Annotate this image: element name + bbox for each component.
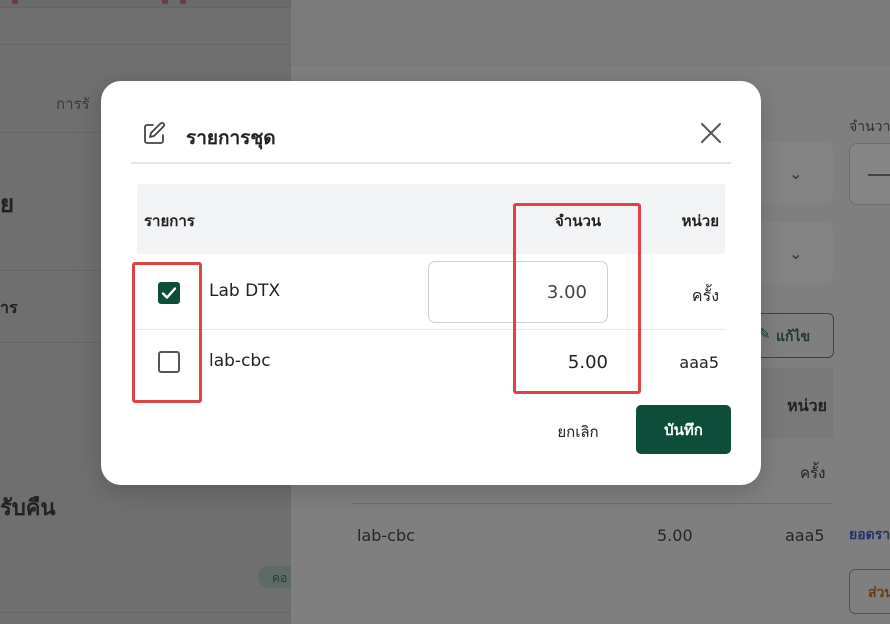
bg-qty-label: จำนวา [849, 119, 890, 135]
row-unit: ครั้ง [691, 286, 719, 305]
row-item-name: lab-cbc [209, 351, 271, 371]
cancel-button[interactable]: ยกเลิก [545, 417, 611, 447]
set-items-table: รายการ จำนวน หน่วย Lab DTX ครั้ง lab-cbc… [137, 184, 725, 394]
bg-table-header-unit: หน่วย [751, 368, 833, 438]
row-checkbox-checked[interactable] [158, 282, 180, 304]
bg-heading: ย [0, 190, 15, 218]
edit-icon [144, 122, 165, 144]
row-unit: aaa5 [679, 353, 719, 372]
column-header-name: รายการ [144, 212, 195, 230]
table-row: lab-cbc 5.00 aaa5 [137, 330, 725, 394]
bg-qty-stepper[interactable] [849, 143, 890, 205]
modal-header: รายการชุด [131, 111, 731, 164]
bg-row-label: าร [0, 298, 18, 317]
top-red-marks [12, 0, 212, 6]
bg-unit-header-label: หน่วย [787, 396, 827, 415]
table-row: Lab DTX ครั้ง [137, 254, 725, 330]
row-item-name: Lab DTX [209, 281, 281, 301]
bg-heading-return: รับคืน [0, 496, 56, 521]
close-icon[interactable] [697, 119, 725, 147]
quantity-input[interactable] [428, 261, 608, 323]
divider [0, 612, 291, 613]
bg-header-strip [291, 0, 890, 66]
table-header: รายการ จำนวน หน่วย [137, 184, 725, 254]
row-quantity: 5.00 [567, 352, 608, 373]
bg-row2-qty: 5.00 [657, 526, 693, 545]
minus-icon [868, 174, 890, 176]
bg-row2-name: lab-cbc [357, 526, 415, 545]
chevron-down-icon: ⌄ [789, 244, 803, 263]
check-icon [161, 287, 177, 299]
bg-orange-button[interactable]: ส่วน [849, 569, 890, 614]
modal-title: รายการชุด [186, 127, 276, 149]
divider [351, 503, 833, 504]
bg-tab-label[interactable]: การรั [56, 92, 90, 116]
bg-balance-link[interactable]: ยอดรา [849, 524, 890, 546]
column-header-unit: หน่วย [681, 212, 719, 230]
bg-row1-unit: ครั้ง [800, 464, 826, 482]
row-checkbox-unchecked[interactable] [158, 351, 180, 373]
save-button[interactable]: บันทึก [636, 405, 731, 454]
bg-row2-unit: aaa5 [785, 526, 825, 545]
bg-edit-button[interactable]: ✎ แก้ไข [749, 313, 834, 358]
set-items-modal: รายการชุด รายการ จำนวน หน่วย Lab DTX ครั… [101, 81, 761, 485]
column-header-quantity: จำนวน [555, 212, 602, 230]
bg-edit-button-label: แก้ไข [776, 329, 811, 345]
chevron-down-icon: ⌄ [789, 164, 803, 183]
divider [0, 44, 291, 45]
